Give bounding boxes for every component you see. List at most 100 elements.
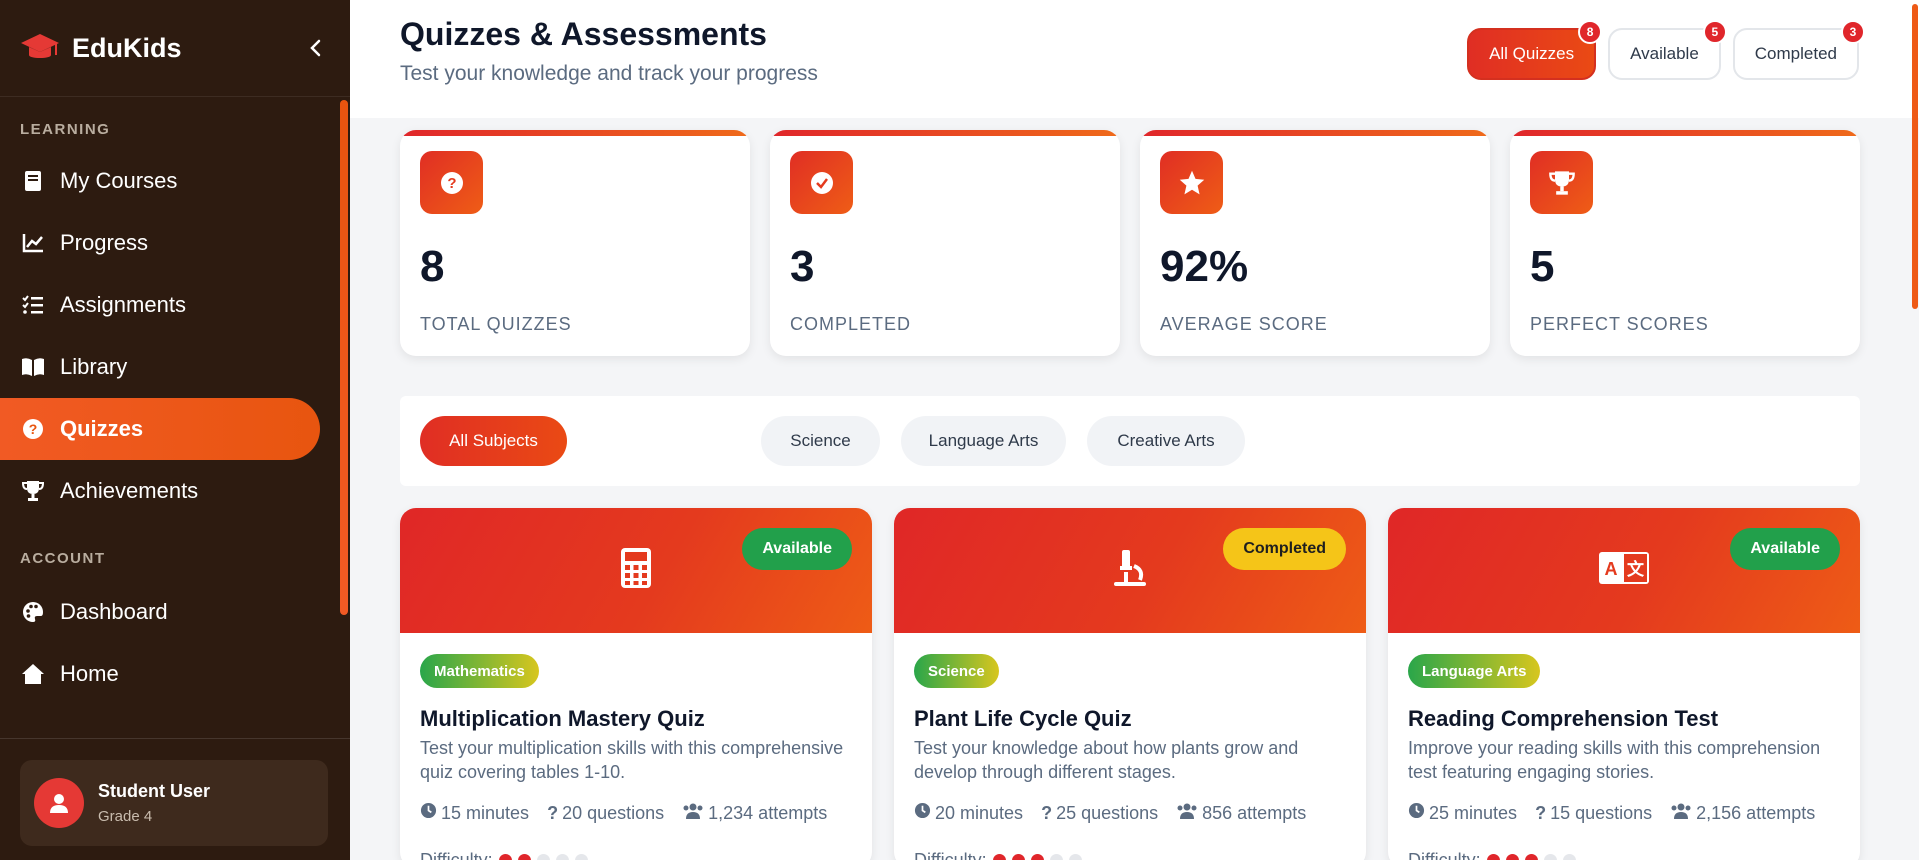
quiz-description: Test your knowledge about how plants gro… — [914, 738, 1299, 782]
sidebar-item-label: Achievements — [60, 478, 199, 503]
status-badge: Available — [742, 528, 852, 570]
quiz-attempts: 856 attempts — [1202, 802, 1307, 823]
stat-value: 92% — [1160, 242, 1249, 291]
microscope-icon — [1110, 548, 1150, 593]
quiz-attempts: 1,234 attempts — [708, 802, 828, 823]
tab-label: Completed — [1754, 44, 1837, 63]
quiz-title: Plant Life Cycle Quiz — [914, 706, 1132, 731]
sidebar-item-label: Assignments — [60, 292, 186, 317]
sidebar-item-dashboard[interactable]: Dashboard — [0, 581, 320, 643]
question-circle-icon: ? — [20, 416, 46, 442]
quiz-time: 25 minutes — [1429, 802, 1518, 823]
sidebar-item-achievements[interactable]: Achievements — [0, 460, 320, 522]
subject-filter-bar: All Subjects Science Language Arts Creat… — [400, 396, 1860, 486]
tab-all-quizzes[interactable]: All Quizzes 8 — [1467, 20, 1603, 80]
difficulty-dot — [1524, 854, 1538, 860]
subject-tag: Science — [914, 654, 999, 688]
quiz-card[interactable]: Completed Science Plant Life Cycle Quiz … — [894, 508, 1366, 860]
sidebar: EduKids LEARNING My Courses Progress Ass… — [0, 0, 350, 860]
sidebar-item-quizzes[interactable]: ? Quizzes — [0, 398, 320, 460]
subject-pill-language-arts[interactable]: Language Arts — [901, 416, 1066, 466]
difficulty-dot — [1030, 854, 1044, 860]
tab-completed[interactable]: Completed 3 — [1732, 20, 1865, 80]
user-icon — [50, 794, 68, 813]
question-icon: ? — [1041, 802, 1053, 823]
question-circle-icon: ? — [420, 151, 483, 214]
quiz-time: 20 minutes — [935, 802, 1024, 823]
stat-value: 3 — [790, 242, 815, 291]
clock-icon — [914, 802, 931, 824]
avatar — [34, 778, 84, 828]
graduation-cap-icon — [20, 28, 60, 68]
quiz-meta: 20 minutes ? 25 questions 856 attempts — [914, 802, 1306, 824]
chevron-left-icon[interactable] — [302, 34, 330, 62]
difficulty-dot — [517, 854, 531, 860]
divider — [0, 738, 350, 739]
calculator-icon — [621, 548, 651, 593]
star-icon — [1160, 151, 1223, 214]
quiz-card[interactable]: A文 Available Language Arts Reading Compr… — [1388, 508, 1860, 860]
stat-card-completed: 3 COMPLETED — [770, 130, 1120, 356]
main-content: Quizzes & Assessments Test your knowledg… — [350, 0, 1919, 860]
subject-pill-creative-arts[interactable]: Creative Arts — [1087, 416, 1245, 466]
question-icon: ? — [1535, 802, 1547, 823]
subject-pill-science[interactable]: Science — [761, 416, 880, 466]
difficulty-dot — [1486, 854, 1500, 860]
chart-line-icon — [20, 230, 46, 256]
svg-text:A: A — [1605, 559, 1618, 579]
difficulty-dot — [1049, 854, 1063, 860]
section-label-learning: LEARNING — [20, 121, 111, 138]
quiz-banner: Available — [400, 508, 872, 633]
sidebar-item-progress[interactable]: Progress — [0, 212, 320, 274]
subject-pill-all[interactable]: All Subjects — [420, 416, 567, 466]
home-icon — [20, 661, 46, 687]
sidebar-item-home[interactable]: Home — [0, 643, 320, 705]
open-book-icon — [20, 354, 46, 380]
section-label-account: ACCOUNT — [20, 550, 106, 567]
user-grade: Grade 4 — [98, 808, 153, 825]
sidebar-item-label: My Courses — [60, 168, 178, 193]
sidebar-item-assignments[interactable]: Assignments — [0, 274, 320, 336]
clock-icon — [1408, 802, 1425, 824]
quiz-meta: 25 minutes ? 15 questions 2,156 attempts — [1408, 802, 1815, 824]
quiz-card[interactable]: Available Mathematics Multiplication Mas… — [400, 508, 872, 860]
difficulty-dot — [1068, 854, 1082, 860]
sidebar-item-label: Quizzes — [60, 416, 144, 441]
count-badge: 8 — [1578, 20, 1603, 44]
quiz-title: Multiplication Mastery Quiz — [420, 706, 705, 731]
tab-label: All Quizzes — [1489, 44, 1575, 63]
difficulty-rating: Difficulty: — [914, 850, 1082, 860]
svg-text:文: 文 — [1627, 559, 1645, 579]
trophy-icon — [20, 478, 46, 504]
svg-text:?: ? — [447, 175, 456, 192]
tab-available[interactable]: Available 5 — [1608, 20, 1727, 80]
sidebar-scrollbar[interactable] — [340, 100, 348, 615]
sidebar-item-my-courses[interactable]: My Courses — [0, 150, 320, 212]
count-badge: 5 — [1702, 20, 1727, 44]
sidebar-item-library[interactable]: Library — [0, 336, 320, 398]
clock-icon — [420, 802, 437, 824]
language-icon: A文 — [1599, 552, 1649, 589]
quiz-questions: 25 questions — [1056, 802, 1159, 823]
page-title: Quizzes & Assessments — [400, 16, 767, 52]
stat-label: AVERAGE SCORE — [1160, 314, 1328, 334]
difficulty-rating: Difficulty: — [1408, 850, 1576, 860]
quiz-description: Improve your reading skills with this co… — [1408, 738, 1821, 782]
difficulty-dot — [992, 854, 1006, 860]
sidebar-item-label: Dashboard — [60, 599, 168, 624]
difficulty-dot — [574, 854, 588, 860]
quiz-questions: 15 questions — [1550, 802, 1653, 823]
difficulty-label: Difficulty: — [420, 850, 493, 860]
page-scrollbar[interactable] — [1912, 4, 1918, 309]
sidebar-item-label: Home — [60, 661, 119, 686]
users-icon — [682, 803, 704, 824]
brand-name: EduKids — [72, 32, 182, 63]
brand: EduKids — [0, 0, 350, 97]
tab-label: Available — [1630, 44, 1699, 63]
quiz-title: Reading Comprehension Test — [1408, 706, 1719, 731]
count-badge: 3 — [1841, 20, 1865, 44]
quiz-banner: A文 Available — [1388, 508, 1860, 633]
stat-card-perfect-scores: 5 PERFECT SCORES — [1510, 130, 1860, 356]
user-card[interactable]: Student User Grade 4 — [20, 760, 328, 846]
users-icon — [1176, 803, 1198, 824]
